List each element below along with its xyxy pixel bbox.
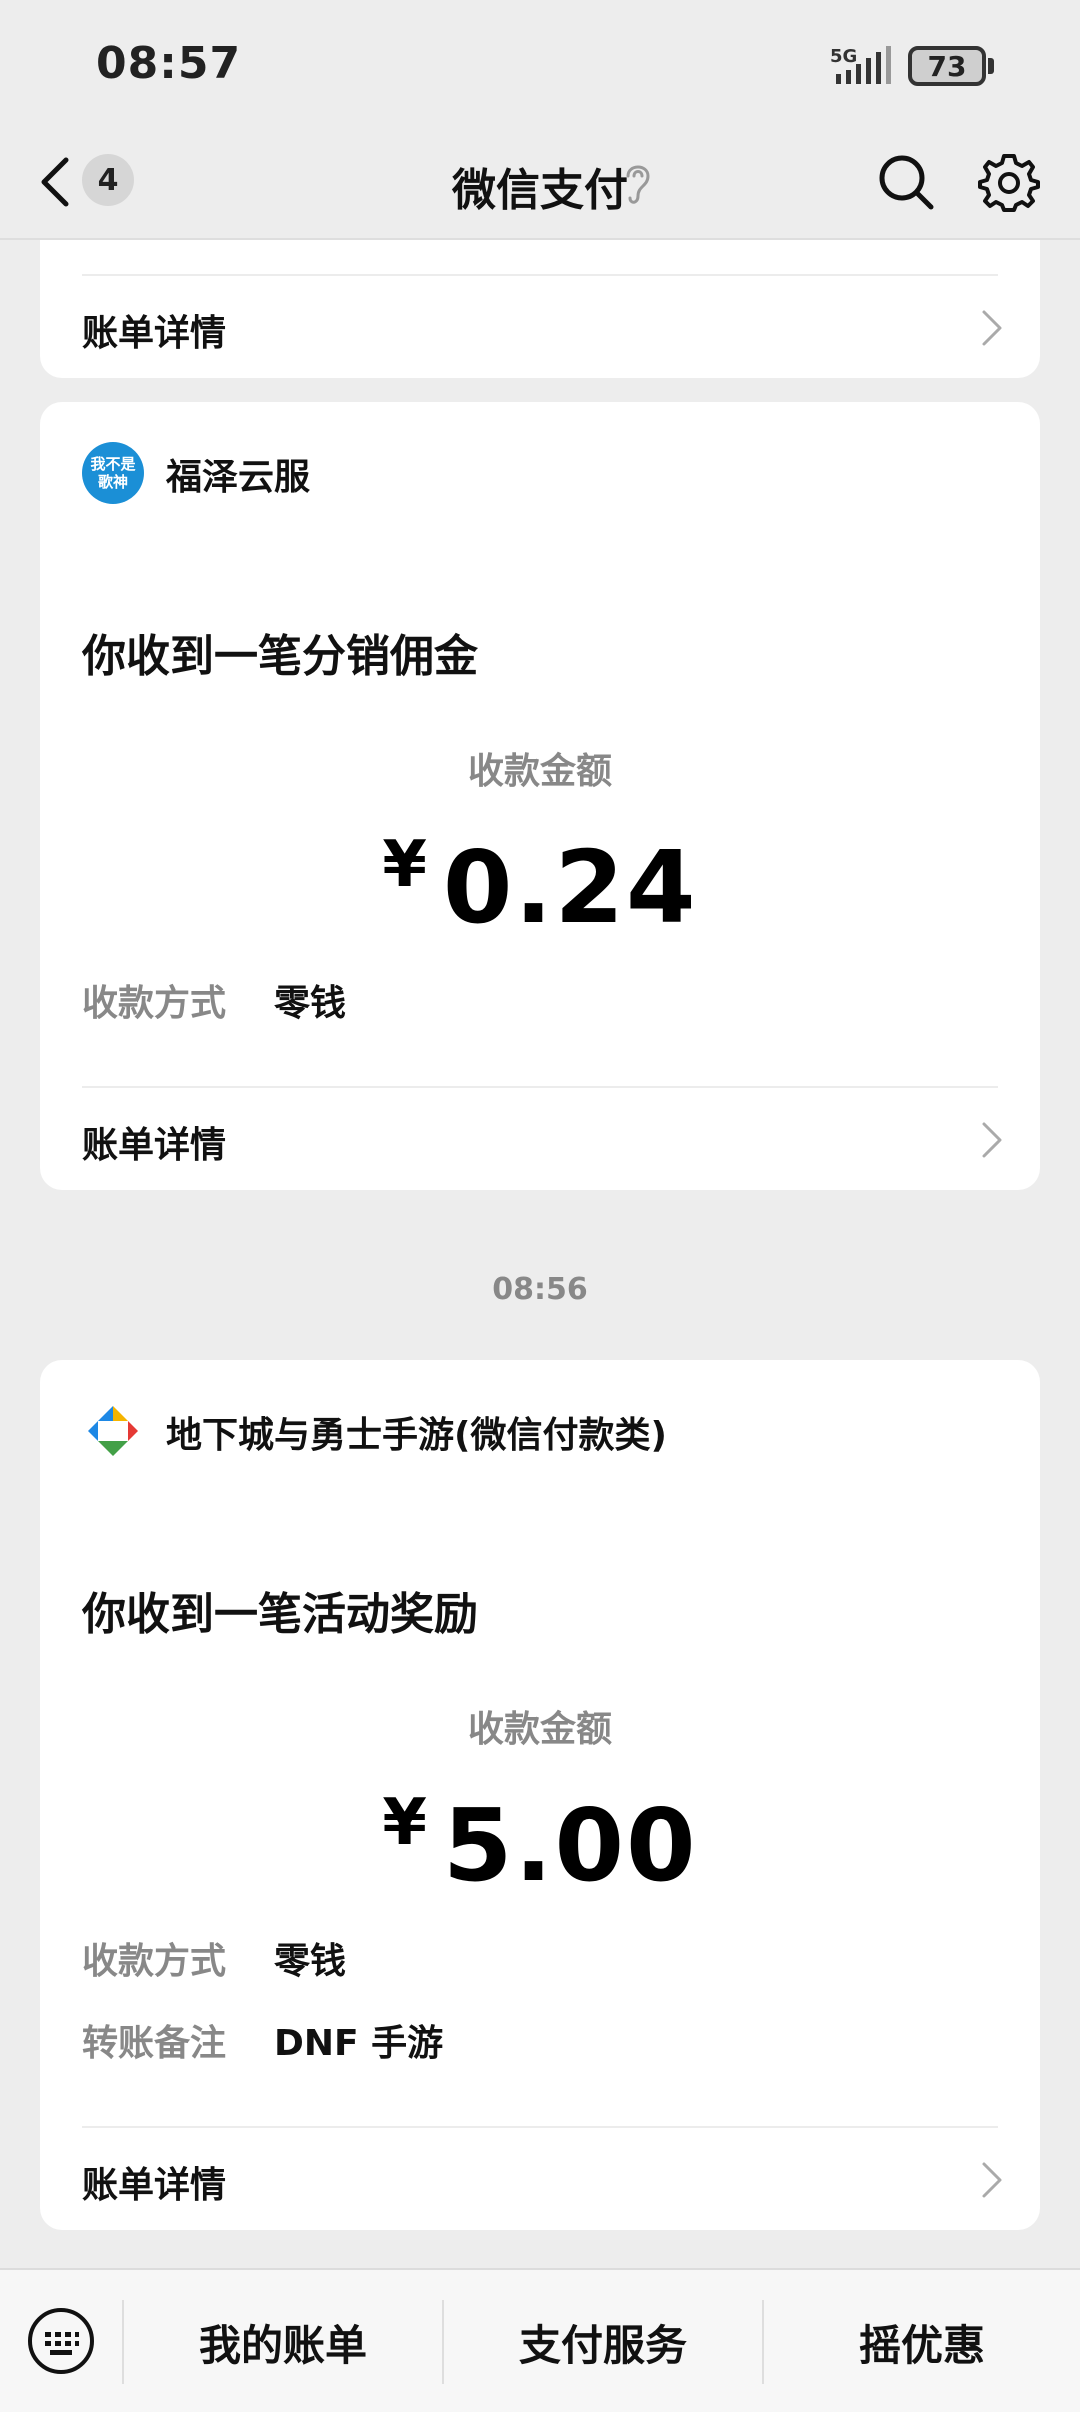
bill-details-row[interactable]: 账单详情 [40, 278, 1040, 378]
message-timestamp: 08:56 [492, 1272, 588, 1307]
chevron-right-icon [982, 310, 1002, 346]
tab-payment-services[interactable]: 支付服务 [444, 2270, 762, 2412]
merchant-name[interactable]: 福泽云服 [166, 448, 310, 500]
battery-indicator: 73 [908, 46, 986, 86]
bill-details-label: 账单详情 [82, 2165, 227, 2206]
signal-icon: 5G [830, 46, 891, 84]
ear-icon [626, 165, 650, 204]
bill-details-label: 账单详情 [82, 313, 227, 354]
search-icon[interactable] [876, 152, 936, 212]
amount-display: ¥0.24 [40, 828, 1040, 946]
receipt-card-commission: 我不是 歌神 福泽云服 你收到一笔分销佣金 收款金额 ¥0.24 收款方式 零钱 … [40, 402, 1040, 1190]
status-time: 08:57 [96, 38, 242, 89]
receipt-notice: 你收到一笔分销佣金 [82, 631, 478, 682]
tab-my-bills[interactable]: 我的账单 [124, 2270, 442, 2412]
amount-label: 收款金额 [467, 1709, 612, 1750]
transfer-remark-value: DNF 手游 [274, 2023, 444, 2064]
amount-label: 收款金额 [467, 751, 612, 792]
status-bar: 08:57 5G 73 [0, 0, 1080, 130]
tab-shake-discounts[interactable]: 摇优惠 [764, 2270, 1080, 2412]
merchant-logo: 我不是 歌神 [82, 442, 144, 504]
currency-symbol: ¥ [382, 1786, 427, 1860]
network-label: 5G [830, 46, 857, 67]
bill-details-label: 账单详情 [82, 1125, 227, 1166]
keyboard-icon[interactable] [26, 2306, 96, 2376]
payment-method-value: 零钱 [274, 1941, 347, 1982]
merchant-name[interactable]: 地下城与勇士手游(微信付款类) [166, 1406, 667, 1458]
battery-tip [988, 58, 994, 74]
amount-value: 5.00 [442, 1787, 698, 1904]
amount-value: 0.24 [442, 829, 698, 946]
bill-details-row[interactable]: 账单详情 [40, 1090, 1040, 1190]
receipt-notice: 你收到一笔活动奖励 [82, 1589, 478, 1640]
chevron-right-icon [982, 1122, 1002, 1158]
receipt-card-reward: 地下城与勇士手游(微信付款类) 你收到一笔活动奖励 收款金额 ¥5.00 收款方… [40, 1360, 1040, 2230]
payment-method-key: 收款方式 [82, 983, 227, 1024]
bottom-menu-bar: 我的账单 支付服务 摇优惠 [0, 2268, 1080, 2412]
bill-details-row[interactable]: 账单详情 [40, 2130, 1040, 2230]
card-divider [82, 2126, 998, 2128]
chevron-right-icon [982, 2162, 1002, 2198]
payment-method-key: 收款方式 [82, 1941, 227, 1982]
payment-method-value: 零钱 [274, 983, 347, 1024]
transfer-remark-key: 转账备注 [82, 2023, 227, 2064]
amount-display: ¥5.00 [40, 1786, 1040, 1904]
currency-symbol: ¥ [382, 828, 427, 902]
card-divider [82, 1086, 998, 1088]
nav-bar: 4 微信支付 [0, 130, 1080, 240]
partial-receipt-card: 账单详情 [40, 240, 1040, 378]
card-divider [82, 274, 998, 276]
gear-icon[interactable] [978, 150, 1040, 212]
merchant-logo-icon [88, 1406, 138, 1456]
